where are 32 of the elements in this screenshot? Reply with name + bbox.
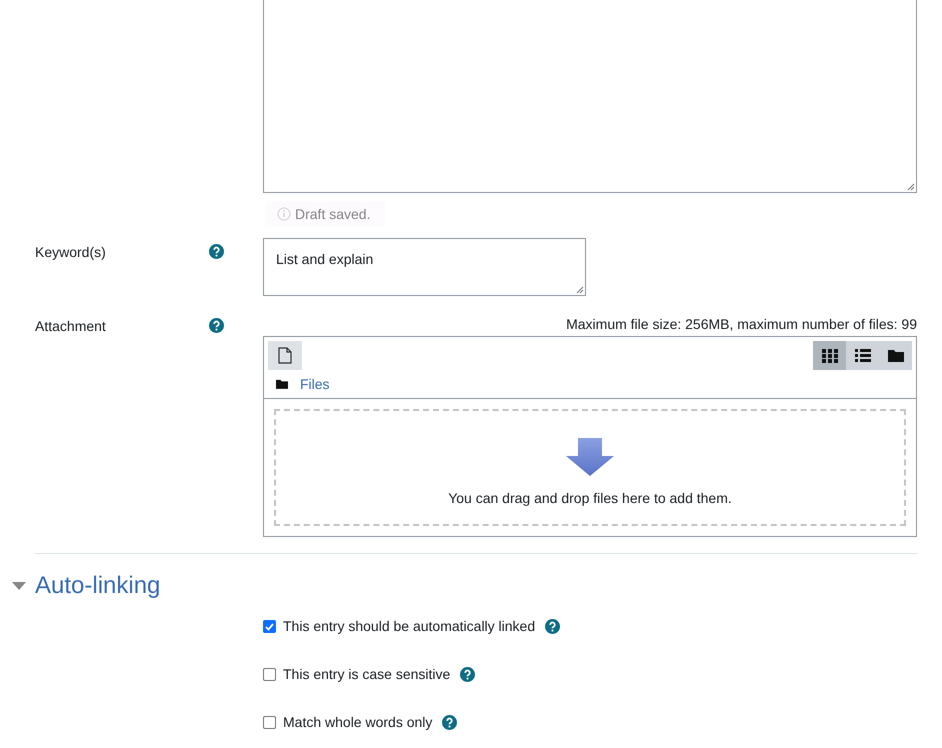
checkbox[interactable] <box>263 620 276 633</box>
checkbox-label: This entry is case sensitive <box>283 665 450 684</box>
resize-handle-icon[interactable] <box>907 183 915 191</box>
folder-icon <box>276 379 288 389</box>
view-toggle[interactable] <box>813 341 846 370</box>
help-icon[interactable] <box>442 715 458 730</box>
add-file-button[interactable] <box>268 341 302 370</box>
drop-zone[interactable]: You can drag and drop files here to add them. <box>274 409 906 526</box>
info-icon <box>277 207 291 221</box>
file-limits-text: Maximum file size: 256MB, maximum number of files: 99 <box>565 316 917 332</box>
files-link[interactable]: Files <box>300 374 330 394</box>
draft-status: Draft saved. <box>265 201 385 227</box>
checkbox-label: Match whole words only <box>283 713 432 732</box>
drop-hint: You can drag and drop files here to add them. <box>448 489 732 508</box>
checkbox[interactable] <box>263 668 276 681</box>
help-icon[interactable] <box>209 318 224 333</box>
help-icon[interactable] <box>209 244 224 259</box>
grid-icon <box>822 348 838 362</box>
resize-handle-icon[interactable] <box>576 286 584 294</box>
file-icon <box>278 347 292 364</box>
checkbox[interactable] <box>263 716 276 729</box>
down-arrow-icon <box>564 438 616 478</box>
checkbox-label: This entry should be automatically linked <box>283 617 536 636</box>
section-heading[interactable]: Auto-linking <box>35 568 160 604</box>
help-icon[interactable] <box>460 667 476 682</box>
keyword-field[interactable]: List and explain <box>263 238 586 296</box>
folder-icon <box>888 349 904 362</box>
help-icon[interactable] <box>545 619 560 634</box>
list-icon <box>854 348 870 362</box>
field-label: Keyword(s) <box>35 243 107 262</box>
field-label: Attachment <box>35 317 107 336</box>
collapse-caret-icon[interactable] <box>12 582 26 590</box>
